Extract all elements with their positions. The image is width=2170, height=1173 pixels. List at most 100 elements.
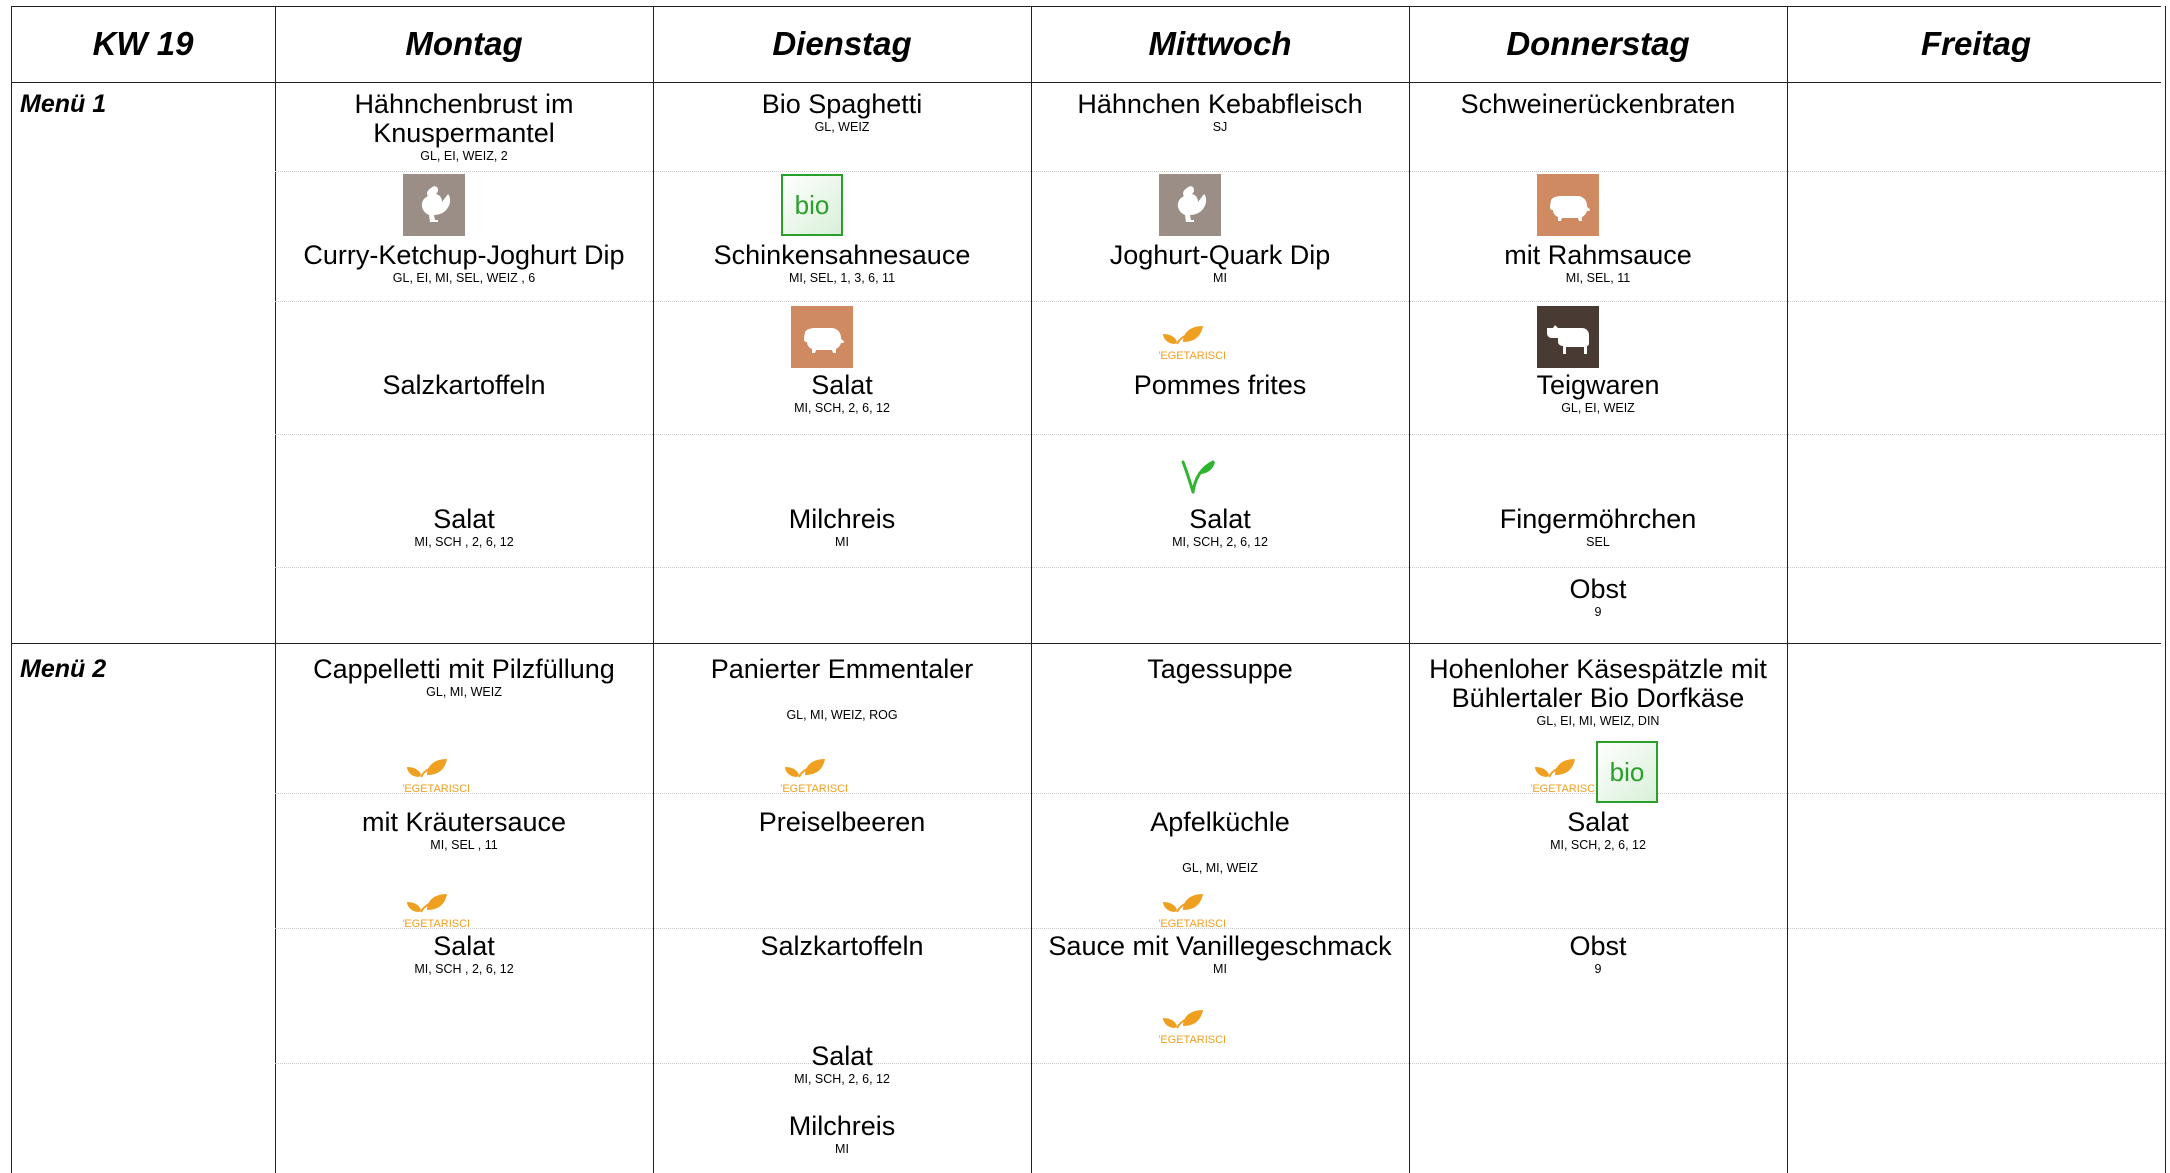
dish-allergens: MI, SCH , 2, 6, 12 xyxy=(414,962,514,976)
table-border-right xyxy=(2165,6,2166,1173)
dish-allergens: MI, SCH, 2, 6, 12 xyxy=(1172,535,1268,549)
dish-allergens: MI, SCH, 2, 6, 12 xyxy=(794,401,890,415)
dish-name: Salat xyxy=(811,370,873,400)
dish-name: Milchreis xyxy=(788,504,896,534)
dish-name: Fingermöhrchen xyxy=(1499,504,1697,534)
column-divider xyxy=(1031,6,1032,1173)
dish-name: Preiselbeeren xyxy=(758,807,926,837)
dish-name: Bio Spaghetti xyxy=(761,89,923,119)
dish-item: mit Kräutersauce MI, SEL , 11 xyxy=(278,808,650,853)
dish-name: Panierter Emmentaler xyxy=(710,654,974,684)
pig-icon xyxy=(791,306,853,368)
dish-allergens: GL, EI, WEIZ, 2 xyxy=(420,149,508,163)
dish-name: Obst xyxy=(1569,574,1627,604)
week-header: KW 19 xyxy=(92,25,194,62)
svg-text:VEGETARISCH: VEGETARISCH xyxy=(403,918,469,930)
day-header-tuesday: Dienstag xyxy=(772,25,912,62)
dish-allergens: MI xyxy=(1213,962,1227,976)
dish-allergens: 9 xyxy=(1594,605,1602,619)
dish-name: Salat xyxy=(811,1041,873,1071)
dish-item: Salzkartoffeln xyxy=(656,932,1028,961)
dish-name: Salzkartoffeln xyxy=(760,931,924,961)
svg-text:VEGETARISCH: VEGETARISCH xyxy=(1159,918,1225,930)
dish-name: mit Rahmsauce xyxy=(1504,240,1692,270)
day-header-friday: Freitag xyxy=(1920,25,2032,62)
meal-plan-table: KW 19 Montag Dienstag Mittwoch Donnersta… xyxy=(11,6,2166,1173)
row-separator xyxy=(275,171,2165,172)
dish-allergens: GL, MI, WEIZ xyxy=(1182,861,1258,875)
column-divider xyxy=(275,6,276,1173)
dish-name: Salat xyxy=(1567,807,1629,837)
dish-name: Hähnchenbrust im Knuspermantel xyxy=(354,89,574,148)
bio-icon: bio xyxy=(781,174,843,236)
dish-item: Pommes frites xyxy=(1034,371,1406,400)
dish-name: Schweinerückenbraten xyxy=(1460,89,1736,119)
dish-allergens: MI xyxy=(1213,271,1227,285)
dish-allergens: MI, SCH, 2, 6, 12 xyxy=(794,1072,890,1086)
dish-item: Obst 9 xyxy=(1412,575,1784,620)
dish-allergens: MI, SCH , 2, 6, 12 xyxy=(414,535,514,549)
row-separator xyxy=(275,1063,2165,1064)
dish-item: Obst 9 xyxy=(1412,932,1784,977)
menu-divider xyxy=(11,643,2161,644)
svg-text:VEGETARISCH: VEGETARISCH xyxy=(403,783,469,795)
dish-allergens: MI, SCH, 2, 6, 12 xyxy=(1550,838,1646,852)
dish-item: mit Rahmsauce MI, SEL, 11 xyxy=(1412,241,1784,286)
svg-text:VEGETARISCH: VEGETARISCH xyxy=(1159,350,1225,362)
dish-name: Apfelküchle xyxy=(1150,807,1290,837)
dish-item: Preiselbeeren xyxy=(656,808,1028,837)
dish-item: Salzkartoffeln xyxy=(278,371,650,400)
dish-name: Pommes frites xyxy=(1133,370,1307,400)
dish-item: Fingermöhrchen SEL xyxy=(1412,505,1784,550)
dish-item: Salat MI, SCH , 2, 6, 12 xyxy=(278,932,650,977)
dish-allergens: GL, EI, WEIZ xyxy=(1561,401,1635,415)
header-divider xyxy=(11,82,2161,83)
pig-icon xyxy=(1537,174,1599,236)
dish-item: Joghurt-Quark Dip MI xyxy=(1034,241,1406,286)
dish-allergens: SJ xyxy=(1212,120,1228,134)
chicken-icon xyxy=(403,174,465,236)
dish-name: Salat xyxy=(433,931,495,961)
bio-icon: bio xyxy=(1596,741,1658,803)
dish-name: Sauce mit Vanillegeschmack xyxy=(1048,931,1392,961)
dish-name: Cappelletti mit Pilzfüllung xyxy=(313,654,615,684)
svg-text:VEGETARISCH: VEGETARISCH xyxy=(781,783,847,795)
dish-allergens: 9 xyxy=(1594,962,1602,976)
vegetarian-icon: VEGETARISCH xyxy=(1531,751,1597,795)
column-divider xyxy=(1409,6,1410,1173)
dish-name: Hähnchen Kebabfleisch xyxy=(1077,89,1363,119)
dish-allergens: GL, MI, WEIZ xyxy=(426,685,502,699)
dish-allergens: GL, EI, MI, SEL, WEIZ , 6 xyxy=(392,271,536,285)
dish-item: Salat MI, SCH, 2, 6, 12 xyxy=(1034,505,1406,550)
dish-item: Cappelletti mit Pilzfüllung GL, MI, WEIZ xyxy=(278,655,650,700)
dish-name: Hohenloher Käsespätzle mit Bühlertaler B… xyxy=(1429,654,1767,713)
vegetarian-icon: VEGETARISCH xyxy=(781,751,847,795)
row-separator xyxy=(275,434,2165,435)
vegetarian-icon: VEGETARISCH xyxy=(403,751,469,795)
dish-allergens: GL, EI, MI, WEIZ, DIN xyxy=(1536,714,1660,728)
dish-allergens: MI, SEL, 1, 3, 6, 11 xyxy=(788,271,896,285)
day-header-monday: Montag xyxy=(405,25,523,62)
day-header-thursday: Donnerstag xyxy=(1506,25,1690,62)
dish-allergens: SEL xyxy=(1586,535,1610,549)
menu-1-label: Menü 1 xyxy=(20,90,107,118)
dish-allergens: MI, SEL, 11 xyxy=(1565,271,1631,285)
dish-name: Tagessuppe xyxy=(1147,654,1293,684)
dish-item: Salat MI, SCH , 2, 6, 12 xyxy=(278,505,650,550)
dish-item: Curry-Ketchup-Joghurt Dip GL, EI, MI, SE… xyxy=(278,241,650,286)
dish-item: Panierter Emmentaler xyxy=(656,655,1028,684)
dish-name: Salat xyxy=(1189,504,1251,534)
day-header-wednesday: Mittwoch xyxy=(1148,25,1292,62)
dish-item: Schweinerückenbraten xyxy=(1412,90,1784,119)
dish-item: Salat MI, SCH, 2, 6, 12 xyxy=(656,371,1028,416)
dish-item: Milchreis MI xyxy=(656,505,1028,550)
dish-allergens: GL, MI, WEIZ, ROG xyxy=(786,708,898,722)
vegetarian-icon: VEGETARISCH xyxy=(1159,318,1225,362)
table-border-left xyxy=(11,6,12,1173)
dish-item: Hähnchen Kebabfleisch SJ xyxy=(1034,90,1406,135)
column-divider xyxy=(653,6,654,1173)
dish-name: Teigwaren xyxy=(1536,370,1660,400)
bio-icon-label: bio xyxy=(1610,757,1645,787)
vegan-icon xyxy=(1175,454,1219,498)
dish-item: Apfelküchle xyxy=(1034,808,1406,837)
